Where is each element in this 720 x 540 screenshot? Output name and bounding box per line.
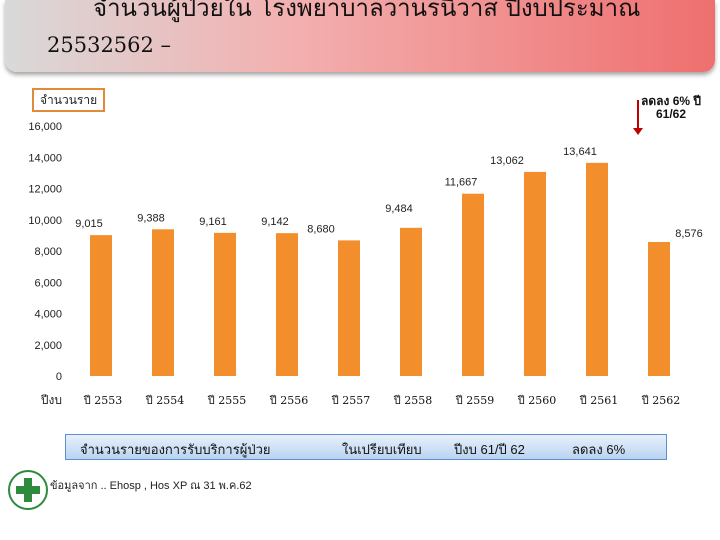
y-tick-label: 8,000 xyxy=(34,246,62,258)
data-label: 9,161 xyxy=(199,216,227,228)
bar xyxy=(648,242,670,376)
y-tick-label: 16,000 xyxy=(28,121,62,133)
data-label: 11,667 xyxy=(445,177,478,189)
data-label: 9,388 xyxy=(137,212,165,224)
y-tick-label: 12,000 xyxy=(28,184,62,196)
data-source-note: ข้อมูลจาก .. Ehosp , Hos XP ณ 31 พ.ค.62 xyxy=(50,480,252,492)
y-tick-label: 14,000 xyxy=(28,152,62,164)
data-label: 9,484 xyxy=(385,203,413,215)
legend-caption-part3: ปีงบ 61/ปี 62 xyxy=(454,442,525,457)
x-tick-label: ปี 2553 xyxy=(83,394,123,407)
x-tick-label: ปี 2559 xyxy=(455,394,495,407)
x-tick-label: ปี 2556 xyxy=(269,394,309,407)
bar xyxy=(524,171,546,376)
y-tick-label: 4,000 xyxy=(34,309,62,321)
x-axis-title: ปีงบ xyxy=(40,393,62,407)
x-tick-label: ปี 2555 xyxy=(207,394,247,407)
y-tick-label: 2,000 xyxy=(34,340,62,352)
data-label: 13,062 xyxy=(490,155,524,167)
data-label: 8,576 xyxy=(675,228,703,240)
x-tick-label: ปี 2558 xyxy=(393,394,433,407)
data-label: 8,680 xyxy=(307,223,335,235)
legend-caption-part2: ในเปรียบเทียบ xyxy=(342,442,422,457)
x-tick-label: ปี 2560 xyxy=(517,394,557,407)
data-label: 9,142 xyxy=(261,216,289,228)
legend-caption-bar: จำนวนรายของการรับบริการผู้ป่วย ในเปรียบเ… xyxy=(65,434,667,460)
logo-cross-horizontal xyxy=(16,486,40,494)
y-tick-label: 10,000 xyxy=(28,215,62,227)
data-label: 9,015 xyxy=(75,218,103,230)
bar xyxy=(400,227,422,376)
bar xyxy=(276,233,298,376)
legend-caption-part4: ลดลง 6% xyxy=(572,442,626,457)
x-tick-label: ปี 2554 xyxy=(145,394,185,407)
bar xyxy=(586,162,608,376)
legend-caption-part1: จำนวนรายของการรับบริการผู้ป่วย xyxy=(80,442,271,457)
bar xyxy=(462,193,484,376)
bar xyxy=(90,235,112,376)
bar xyxy=(214,232,236,376)
moph-logo xyxy=(8,470,48,510)
bar xyxy=(338,240,360,376)
x-tick-label: ปี 2562 xyxy=(641,394,681,407)
x-tick-label: ปี 2561 xyxy=(579,394,619,407)
x-tick-label: ปี 2557 xyxy=(331,394,371,407)
data-label: 13,641 xyxy=(563,146,597,158)
y-tick-label: 0 xyxy=(56,371,62,383)
bar xyxy=(152,229,174,376)
y-tick-label: 6,000 xyxy=(34,277,62,289)
